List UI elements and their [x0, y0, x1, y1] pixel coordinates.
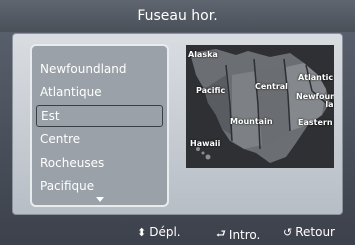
timezone-item-atlantique[interactable]: Atlantique — [36, 81, 163, 103]
map-label-mountain: Mountain — [230, 117, 273, 126]
map-label-newfoundland: Newfound- land — [296, 92, 334, 109]
timezone-item-newfoundland[interactable]: Newfoundland — [36, 58, 163, 80]
timezone-item-est[interactable]: Est — [36, 105, 163, 127]
timezone-item-pacifique[interactable]: Pacifique — [36, 175, 163, 197]
timezone-dialog: Fuseau hor. Newfoundland Atlantique Est … — [0, 0, 355, 245]
timezone-map: Alaska Pacific Central Atlantic Newfound… — [186, 45, 334, 168]
updown-icon: ⬍ — [137, 225, 147, 239]
map-label-eastern: Eastern — [298, 118, 333, 127]
timezone-item-rocheuses[interactable]: Rocheuses — [36, 152, 163, 174]
timezone-item-centre[interactable]: Centre — [36, 128, 163, 150]
move-hint-label: Dépl. — [149, 225, 181, 239]
enter-hint-label: Intro. — [228, 227, 261, 242]
scroll-down-icon[interactable] — [96, 197, 104, 202]
map-label-central: Central — [255, 82, 288, 91]
map-label-atlantic: Atlantic — [298, 73, 334, 82]
footer-hints: ⬍ Dépl. ⮐ Intro. ↺ Retour — [0, 220, 355, 245]
enter-icon: ⮐ — [216, 227, 226, 240]
timezone-panel: Newfoundland Atlantique Est Centre Roche… — [12, 33, 343, 215]
return-hint-label: Retour — [295, 225, 335, 239]
map-label-hawaii: Hawaii — [190, 139, 221, 148]
timezone-list[interactable]: Newfoundland Atlantique Est Centre Roche… — [30, 44, 169, 207]
return-hint: ↺ Retour — [283, 225, 335, 239]
enter-hint: ⮐ Intro. — [216, 225, 260, 244]
map-label-alaska: Alaska — [188, 50, 218, 59]
map-label-pacific: Pacific — [196, 86, 226, 95]
move-hint: ⬍ Dépl. — [137, 225, 181, 239]
return-icon: ↺ — [283, 225, 293, 239]
dialog-title: Fuseau hor. — [0, 0, 355, 32]
